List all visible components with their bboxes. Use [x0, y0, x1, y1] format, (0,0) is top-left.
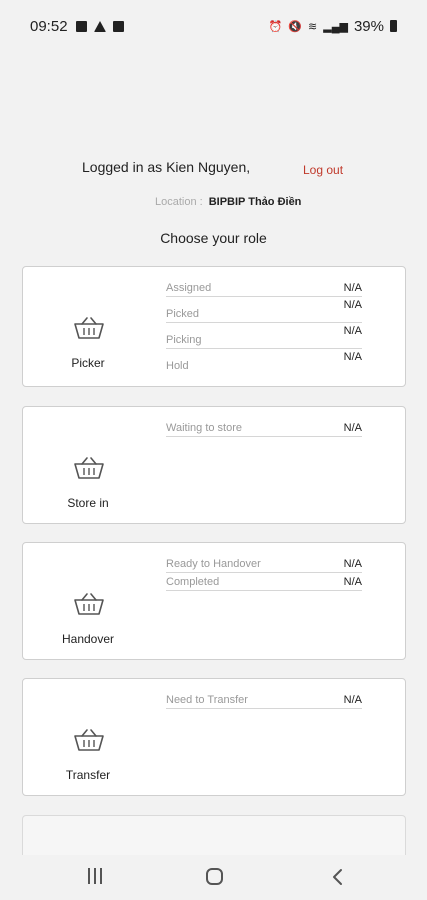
stat-label: Completed	[166, 576, 220, 588]
divider	[166, 348, 362, 349]
signal-icon: ▂▄▆	[323, 20, 348, 33]
stat-row: Hold	[166, 360, 362, 380]
logout-link[interactable]: Log out	[303, 163, 343, 177]
stat-value: N/A	[343, 422, 362, 434]
basket-icon	[74, 457, 104, 479]
choose-role-heading: Choose your role	[160, 230, 267, 246]
role-label-handover: Handover	[61, 632, 115, 646]
role-label-picker: Picker	[71, 356, 105, 370]
stat-label: Hold	[166, 360, 189, 372]
basket-icon	[74, 317, 104, 339]
alarm-icon: ⏰	[268, 20, 283, 33]
stat-value: N/A	[343, 558, 362, 570]
recent-apps-icon[interactable]	[88, 868, 104, 884]
basket-icon	[74, 593, 104, 615]
divider	[166, 296, 362, 297]
wifi-icon: ≋	[308, 20, 318, 33]
role-card-store-in[interactable]: Store in Waiting to store N/A	[22, 406, 406, 524]
divider	[166, 436, 362, 437]
home-icon[interactable]	[206, 868, 223, 885]
role-card-partial[interactable]	[22, 815, 406, 855]
status-bar: 09:52 ⏰ 🔇 ≋ ▂▄▆ 39%	[0, 0, 427, 52]
basket-icon	[74, 729, 104, 751]
status-time: 09:52	[30, 17, 68, 35]
divider	[166, 322, 362, 323]
battery-icon	[390, 20, 397, 32]
role-label-transfer: Transfer	[65, 768, 111, 782]
stat-row: Completed N/A	[166, 576, 362, 596]
role-card-picker[interactable]: Picker Assigned N/A N/A Picked N/A Picki…	[22, 266, 406, 387]
role-label-store-in: Store in	[67, 496, 109, 510]
stat-label: Assigned	[166, 282, 212, 294]
divider	[166, 572, 362, 573]
location-label: Location :	[155, 196, 203, 208]
location-row: Location : BIPBIP Thảo Điền	[155, 196, 301, 208]
role-card-handover[interactable]: Handover Ready to Handover N/A Completed…	[22, 542, 406, 660]
role-card-transfer[interactable]: Transfer Need to Transfer N/A	[22, 678, 406, 796]
stat-value: N/A	[343, 282, 362, 294]
location-value: BIPBIP Thảo Điền	[208, 196, 302, 208]
gallery-icon	[75, 20, 87, 32]
stat-label: Waiting to store	[166, 422, 243, 434]
divider	[166, 708, 362, 709]
notification-icons	[75, 20, 124, 32]
app-icon	[112, 20, 124, 32]
stat-value: N/A	[343, 576, 362, 588]
stat-value: N/A	[343, 694, 362, 706]
stat-label: Picked	[166, 308, 200, 320]
system-nav-bar	[0, 855, 427, 900]
logged-in-text: Logged in as Kien Nguyen,	[82, 159, 251, 175]
battery-percent: 39%	[353, 17, 384, 35]
system-icons: ⏰ 🔇 ≋ ▂▄▆ 39%	[269, 18, 397, 35]
stat-label: Ready to Handover	[166, 558, 261, 570]
divider	[166, 590, 362, 591]
stat-label: Need to Transfer	[166, 694, 248, 706]
stat-label: Picking	[166, 334, 202, 346]
mute-icon: 🔇	[288, 20, 303, 33]
stat-row: Waiting to store N/A	[166, 422, 362, 442]
telegram-icon	[93, 20, 106, 32]
stat-row: Ready to Handover N/A	[166, 558, 362, 578]
stat-row: Need to Transfer N/A	[166, 694, 362, 714]
back-icon[interactable]	[330, 868, 346, 886]
